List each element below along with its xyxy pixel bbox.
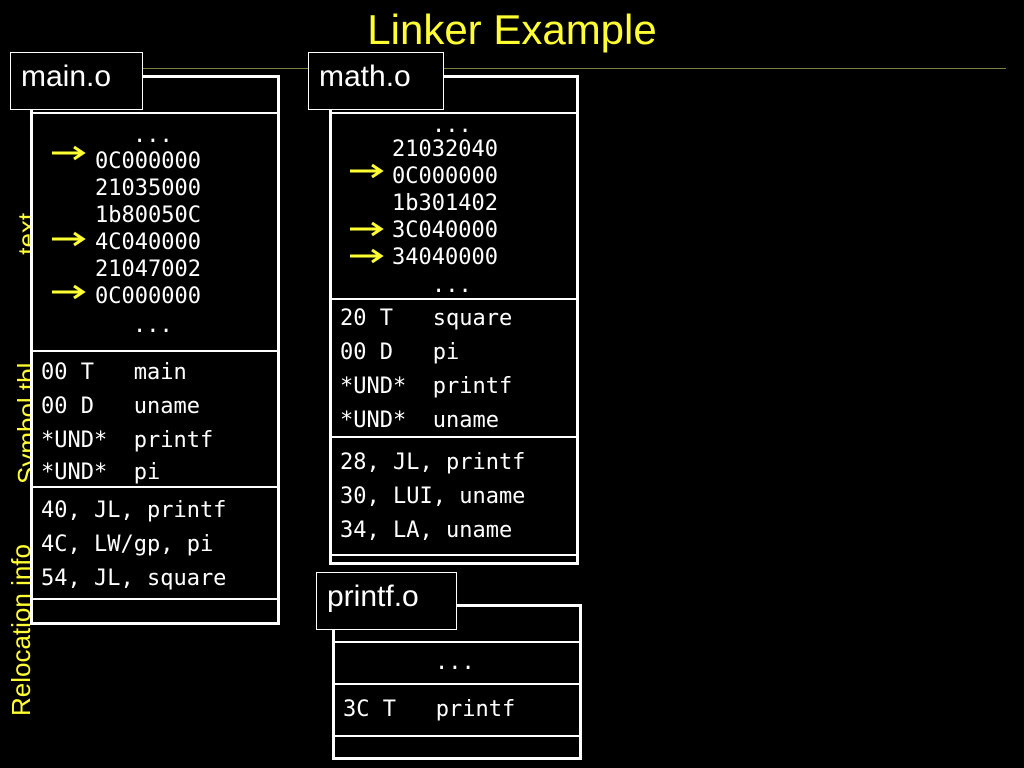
main-o-label: main.o (10, 52, 143, 110)
main-o-symbol-row: *UND* printf (41, 428, 214, 453)
main-o-text-line: 21035000 (95, 176, 201, 201)
main-o-reloc-row: 40, JL, printf (41, 498, 227, 523)
printf-o-symbol-row: 3C T printf (343, 697, 516, 722)
printf-o-text-line: ... (435, 650, 475, 675)
math-o-label: math.o (308, 52, 444, 110)
main-o-symbol-row: 00 T main (41, 360, 187, 385)
main-o-reloc-row: 4C, LW/gp, pi (41, 532, 214, 557)
main-o-text-line: 4C040000 (95, 230, 201, 255)
main-o-text-line: 1b80050C (95, 203, 201, 228)
arrow-icon (52, 284, 86, 300)
arrow-icon (52, 145, 86, 161)
arrow-icon (350, 163, 384, 179)
arrow-icon (350, 221, 384, 237)
math-o-text-line: 0C000000 (392, 164, 498, 189)
math-o-text-line: ... (432, 273, 472, 298)
math-o-reloc-row: 30, LUI, uname (340, 484, 526, 509)
math-o-box: ... 21032040 0C000000 1b301402 3C040000 … (329, 75, 579, 565)
main-o-reloc-section: 40, JL, printf 4C, LW/gp, pi 54, JL, squ… (33, 488, 277, 600)
math-o-symbol-row: 20 T square (340, 306, 513, 331)
arrow-icon (350, 248, 384, 264)
math-o-symbol-row: *UND* uname (340, 408, 499, 433)
printf-o-text-section: ... (335, 641, 579, 685)
printf-o-label: printf.o (316, 572, 457, 630)
math-o-symbol-section: 20 T square 00 D pi *UND* printf *UND* u… (332, 300, 576, 438)
math-o-text-line: ... (432, 113, 472, 138)
math-o-reloc-row: 28, JL, printf (340, 450, 526, 475)
main-o-text-line: ... (133, 313, 173, 338)
main-o-reloc-row: 54, JL, square (41, 566, 227, 591)
math-o-text-line: 21032040 (392, 137, 498, 162)
math-o-text-line: 3C040000 (392, 218, 498, 243)
math-o-reloc-section: 28, JL, printf 30, LUI, uname 34, LA, un… (332, 438, 576, 556)
math-o-text-line: 34040000 (392, 245, 498, 270)
printf-o-symbol-section: 3C T printf (335, 685, 579, 737)
slide-title: Linker Example (367, 6, 657, 53)
main-o-text-line: 0C000000 (95, 284, 201, 309)
main-o-symbol-section: 00 T main 00 D uname *UND* printf *UND* … (33, 352, 277, 488)
main-o-symbol-row: 00 D uname (41, 394, 200, 419)
math-o-symbol-row: *UND* printf (340, 374, 513, 399)
main-o-symbol-row: *UND* pi (41, 460, 161, 485)
math-o-reloc-row: 34, LA, uname (340, 518, 513, 543)
math-o-text-line: 1b301402 (392, 191, 498, 216)
main-o-text-line: 0C000000 (95, 149, 201, 174)
title-rule (140, 68, 1006, 69)
main-o-text-line: ... (133, 123, 173, 148)
math-o-text-section: ... 21032040 0C000000 1b301402 3C040000 … (332, 112, 576, 300)
arrow-icon (52, 231, 86, 247)
math-o-symbol-row: 00 D pi (340, 340, 460, 365)
main-o-text-line: 21047002 (95, 257, 201, 282)
